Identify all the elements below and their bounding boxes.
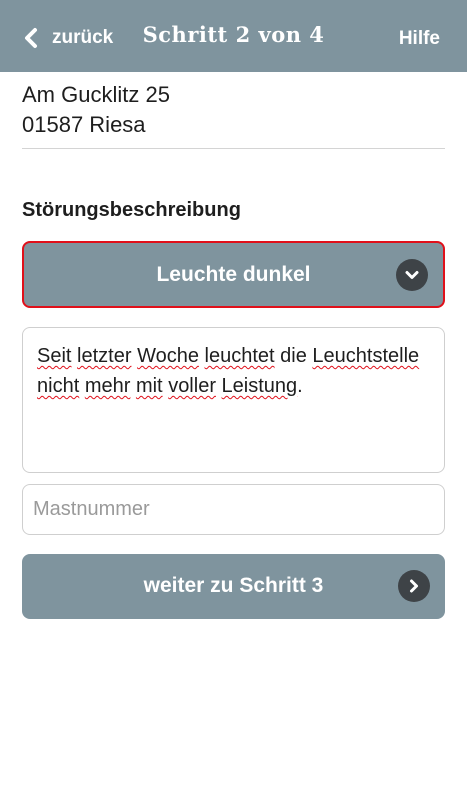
description-word: Woche bbox=[137, 345, 199, 367]
next-step-label: weiter zu Schritt 3 bbox=[143, 574, 324, 597]
address-city: 01587 Riesa bbox=[22, 112, 146, 137]
description-word: Leistung bbox=[221, 375, 298, 397]
description-word: die bbox=[280, 345, 307, 367]
fault-type-value: Leuchte dunkel bbox=[156, 263, 311, 286]
fault-type-select[interactable]: Leuchte dunkel bbox=[22, 241, 445, 308]
top-bar: zurück Schritt 2 von 4 Hilfe bbox=[0, 0, 467, 72]
description-word: mehr bbox=[84, 375, 131, 397]
chevron-left-icon bbox=[25, 28, 37, 48]
mast-number-input[interactable] bbox=[22, 484, 445, 535]
description-word: Seit bbox=[37, 345, 72, 367]
description-word: letzter bbox=[77, 345, 132, 367]
divider bbox=[22, 148, 445, 149]
fault-description-textarea[interactable]: Seit letzter Woche leuchtet die Leuchtst… bbox=[22, 327, 445, 473]
description-word: mit bbox=[135, 375, 163, 397]
help-button[interactable]: Hilfe bbox=[399, 28, 440, 50]
next-step-button[interactable]: weiter zu Schritt 3 bbox=[22, 554, 445, 619]
description-word: nicht bbox=[37, 375, 80, 397]
address-block: Am Gucklitz 25 01587 Riesa bbox=[22, 80, 445, 140]
fault-section-label: Störungsbeschreibung bbox=[22, 199, 241, 221]
back-label: zurück bbox=[52, 27, 114, 48]
description-period: . bbox=[297, 375, 303, 397]
address-street: Am Gucklitz 25 bbox=[22, 82, 170, 107]
description-word: voller bbox=[168, 375, 216, 397]
back-button[interactable]: zurück bbox=[22, 26, 113, 50]
description-word: Leuchtstelle bbox=[312, 345, 420, 367]
chevron-right-icon bbox=[398, 570, 430, 602]
chevron-down-icon bbox=[396, 259, 428, 291]
description-word: leuchtet bbox=[204, 345, 275, 367]
